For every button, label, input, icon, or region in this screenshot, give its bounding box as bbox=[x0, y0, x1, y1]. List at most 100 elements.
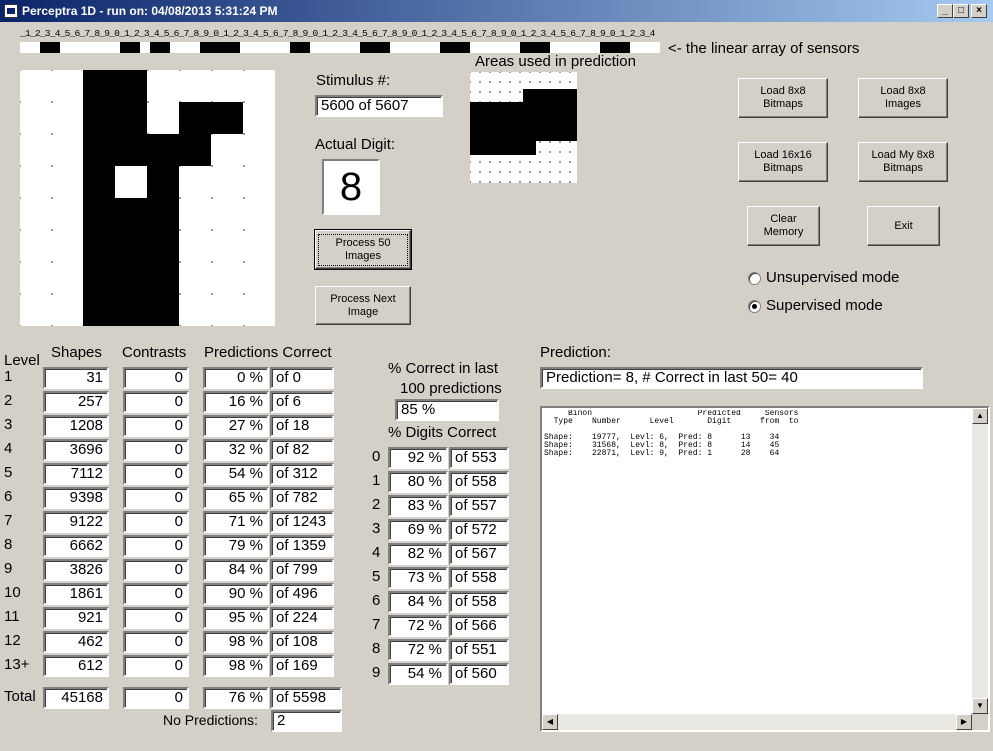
shapes-field[interactable]: 1208 bbox=[43, 415, 109, 437]
digit-pct-field[interactable]: 92 % bbox=[388, 447, 448, 469]
predictions-pct-field[interactable]: 84 % bbox=[203, 559, 269, 581]
digit-pct-field[interactable]: 72 % bbox=[388, 615, 448, 637]
predictions-count-field[interactable]: of 1359 bbox=[270, 535, 334, 557]
contrasts-field[interactable]: 0 bbox=[123, 631, 189, 653]
scroll-right-button[interactable]: ▶ bbox=[956, 714, 972, 730]
predictions-pct-field[interactable]: 54 % bbox=[203, 463, 269, 485]
predictions-count-field[interactable]: of 169 bbox=[270, 655, 334, 677]
shapes-field[interactable]: 9398 bbox=[43, 487, 109, 509]
digit-count-field[interactable]: of 572 bbox=[449, 519, 509, 541]
contrasts-field[interactable]: 0 bbox=[123, 439, 189, 461]
digit-pct-field[interactable]: 84 % bbox=[388, 591, 448, 613]
horizontal-scrollbar[interactable]: ◀ ▶ bbox=[542, 714, 972, 730]
last100-field[interactable]: 85 % bbox=[395, 399, 499, 421]
vertical-scrollbar[interactable]: ▲ ▼ bbox=[972, 408, 988, 714]
binon-log-list[interactable]: Binon Predicted Sensors Type Number Leve… bbox=[540, 406, 990, 732]
digit-pct-field[interactable]: 82 % bbox=[388, 543, 448, 565]
process-50-images-button[interactable]: Process 50 Images bbox=[314, 229, 412, 270]
digit-pct-field[interactable]: 83 % bbox=[388, 495, 448, 517]
predictions-count-field[interactable]: of 1243 bbox=[270, 511, 334, 533]
total-count-field[interactable]: of 5598 bbox=[270, 687, 342, 709]
digit-count-field[interactable]: of 560 bbox=[449, 663, 509, 685]
contrasts-field[interactable]: 0 bbox=[123, 463, 189, 485]
predictions-count-field[interactable]: of 108 bbox=[270, 631, 334, 653]
total-contrasts-field[interactable]: 0 bbox=[123, 687, 189, 709]
close-button[interactable]: × bbox=[971, 4, 987, 18]
contrasts-field[interactable]: 0 bbox=[123, 535, 189, 557]
contrasts-field[interactable]: 0 bbox=[123, 583, 189, 605]
digit-pct-field[interactable]: 72 % bbox=[388, 639, 448, 661]
shapes-field[interactable]: 257 bbox=[43, 391, 109, 413]
load-16x16-bitmaps-button[interactable]: Load 16x16 Bitmaps bbox=[738, 142, 828, 182]
shapes-field[interactable]: 3696 bbox=[43, 439, 109, 461]
exit-button[interactable]: Exit bbox=[867, 206, 940, 246]
load-8x8-bitmaps-button[interactable]: Load 8x8 Bitmaps bbox=[738, 78, 828, 118]
prediction-field[interactable]: Prediction= 8, # Correct in last 50= 40 bbox=[540, 367, 923, 389]
maximize-button[interactable]: □ bbox=[953, 4, 969, 18]
digit-count-field[interactable]: of 558 bbox=[449, 567, 509, 589]
predictions-pct-field[interactable]: 79 % bbox=[203, 535, 269, 557]
digit-count-field[interactable]: of 557 bbox=[449, 495, 509, 517]
predictions-pct-field[interactable]: 27 % bbox=[203, 415, 269, 437]
digit-count-field[interactable]: of 553 bbox=[449, 447, 509, 469]
digit-count-field[interactable]: of 558 bbox=[449, 471, 509, 493]
contrasts-field[interactable]: 0 bbox=[123, 559, 189, 581]
predictions-pct-field[interactable]: 0 % bbox=[203, 367, 269, 389]
minimize-button[interactable]: _ bbox=[937, 4, 953, 18]
digit-pct-field[interactable]: 80 % bbox=[388, 471, 448, 493]
digit-count-field[interactable]: of 566 bbox=[449, 615, 509, 637]
contrasts-field[interactable]: 0 bbox=[123, 391, 189, 413]
total-pct-field[interactable]: 76 % bbox=[203, 687, 269, 709]
predictions-pct-field[interactable]: 98 % bbox=[203, 655, 269, 677]
predictions-count-field[interactable]: of 82 bbox=[270, 439, 334, 461]
supervised-mode-radio[interactable] bbox=[748, 300, 761, 313]
scroll-left-button[interactable]: ◀ bbox=[542, 714, 558, 730]
contrasts-field[interactable]: 0 bbox=[123, 511, 189, 533]
contrasts-field[interactable]: 0 bbox=[123, 655, 189, 677]
stimulus-field[interactable]: 5600 of 5607 bbox=[315, 95, 443, 117]
contrasts-field[interactable]: 0 bbox=[123, 487, 189, 509]
shapes-field[interactable]: 462 bbox=[43, 631, 109, 653]
unsupervised-mode-radio[interactable] bbox=[748, 272, 761, 285]
digit-pct-field[interactable]: 54 % bbox=[388, 663, 448, 685]
shapes-field[interactable]: 1861 bbox=[43, 583, 109, 605]
shapes-field[interactable]: 7112 bbox=[43, 463, 109, 485]
contrasts-field[interactable]: 0 bbox=[123, 607, 189, 629]
process-next-image-button[interactable]: Process Next Image bbox=[315, 286, 411, 325]
predictions-count-field[interactable]: of 6 bbox=[270, 391, 334, 413]
predictions-pct-field[interactable]: 90 % bbox=[203, 583, 269, 605]
digit-pct-field[interactable]: 73 % bbox=[388, 567, 448, 589]
scroll-up-button[interactable]: ▲ bbox=[972, 408, 988, 424]
predictions-pct-field[interactable]: 98 % bbox=[203, 631, 269, 653]
predictions-count-field[interactable]: of 0 bbox=[270, 367, 334, 389]
shapes-field[interactable]: 6662 bbox=[43, 535, 109, 557]
contrasts-field[interactable]: 0 bbox=[123, 415, 189, 437]
total-shapes-field[interactable]: 45168 bbox=[43, 687, 109, 709]
predictions-pct-field[interactable]: 95 % bbox=[203, 607, 269, 629]
predictions-count-field[interactable]: of 496 bbox=[270, 583, 334, 605]
shapes-field[interactable]: 31 bbox=[43, 367, 109, 389]
load-8x8-images-button[interactable]: Load 8x8 Images bbox=[858, 78, 948, 118]
predictions-pct-field[interactable]: 16 % bbox=[203, 391, 269, 413]
load-my-8x8-bitmaps-button[interactable]: Load My 8x8 Bitmaps bbox=[858, 142, 948, 182]
predictions-count-field[interactable]: of 312 bbox=[270, 463, 334, 485]
digit-count-field[interactable]: of 551 bbox=[449, 639, 509, 661]
contrasts-field[interactable]: 0 bbox=[123, 367, 189, 389]
no-predictions-field[interactable]: 2 bbox=[271, 710, 342, 732]
shapes-field[interactable]: 9122 bbox=[43, 511, 109, 533]
digit-count-field[interactable]: of 558 bbox=[449, 591, 509, 613]
shapes-field[interactable]: 3826 bbox=[43, 559, 109, 581]
shapes-field[interactable]: 612 bbox=[43, 655, 109, 677]
predictions-pct-field[interactable]: 32 % bbox=[203, 439, 269, 461]
predictions-pct-field[interactable]: 71 % bbox=[203, 511, 269, 533]
predictions-count-field[interactable]: of 782 bbox=[270, 487, 334, 509]
scroll-down-button[interactable]: ▼ bbox=[972, 698, 988, 714]
predictions-pct-field[interactable]: 65 % bbox=[203, 487, 269, 509]
digit-pct-field[interactable]: 69 % bbox=[388, 519, 448, 541]
shapes-field[interactable]: 921 bbox=[43, 607, 109, 629]
predictions-count-field[interactable]: of 799 bbox=[270, 559, 334, 581]
digit-count-field[interactable]: of 567 bbox=[449, 543, 509, 565]
predictions-count-field[interactable]: of 224 bbox=[270, 607, 334, 629]
clear-memory-button[interactable]: Clear Memory bbox=[747, 206, 820, 246]
predictions-count-field[interactable]: of 18 bbox=[270, 415, 334, 437]
